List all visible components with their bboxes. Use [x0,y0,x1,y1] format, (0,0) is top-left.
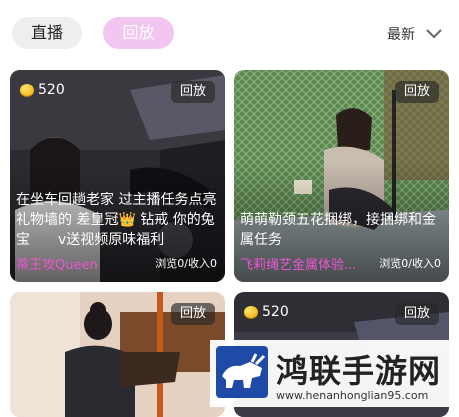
chevron-down-icon [426,29,442,39]
view-income-stats: 浏览0/收入0 [155,257,217,270]
replay-badge: 回放 [395,303,439,325]
card-footer: 飞莉绳艺金属体验... 浏览0/收入0 [240,254,441,273]
watermark-title: 鸿联手游网 [276,352,442,390]
tab-replay[interactable]: 回放 [103,17,174,49]
card-title: 在坐车回趟老家 过主播任务点亮礼物墙的 差皇冠👑 钻戒 你的兔宝 v送视频原味福… [16,192,217,248]
sort-label: 最新 [387,27,415,43]
coin-count: 520 [262,304,289,320]
coin-icon [244,306,258,318]
stream-card[interactable]: 520 回放 在坐车回趟老家 过主播任务点亮礼物墙的 差皇冠👑 钻戒 你的兔宝 … [10,70,225,282]
coin-badge: 520 [20,82,65,98]
watermark-url: www.henanhonglian95.com [276,389,429,402]
filter-tabs: 直播 回放 最新 [0,0,459,66]
sort-dropdown[interactable]: 最新 [387,22,443,46]
replay-badge: 回放 [171,81,215,103]
bull-logo-icon [216,346,268,398]
card-footer: 蒂王攻Queen 浏览0/收入0 [16,254,217,273]
author-name[interactable]: 蒂王攻Queen [16,254,98,273]
card-title: 萌萌勒颈五花捆绑，接捆绑和金属任务 [240,212,436,248]
site-watermark: 鸿联手游网 www.henanhonglian95.com [210,340,459,407]
coin-count: 520 [38,82,65,98]
view-income-stats: 浏览0/收入0 [379,257,441,270]
coin-icon [20,84,34,96]
replay-badge: 回放 [171,303,215,325]
stream-card[interactable]: 回放 [10,292,225,417]
author-name[interactable]: 飞莉绳艺金属体验... [240,254,356,273]
coin-badge: 520 [244,304,289,320]
tab-live[interactable]: 直播 [12,17,82,49]
replay-badge: 回放 [395,81,439,103]
stream-card[interactable]: 回放 萌萌勒颈五花捆绑，接捆绑和金属任务 飞莉绳艺金属体验... 浏览0/收入0 [234,70,449,282]
